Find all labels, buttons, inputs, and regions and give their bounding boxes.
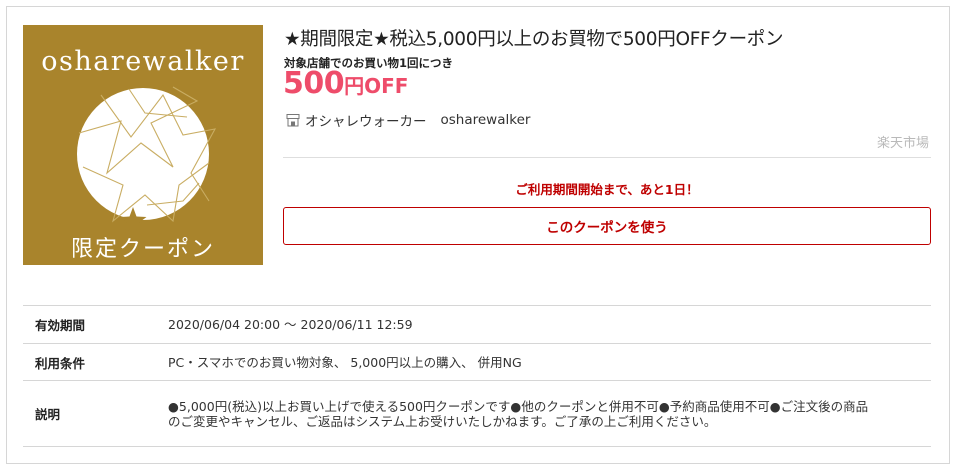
- coupon-card: osharewalker 限定クーポン ★期間限定★税込5,000円以上のお買物…: [6, 6, 950, 464]
- conditions-label: 利用条件: [35, 355, 86, 371]
- description-label: 説明: [35, 407, 61, 422]
- coupon-title: ★期間限定★税込5,000円以上のお買物で500円OFFクーポン: [284, 29, 784, 50]
- shop-id[interactable]: osharewalker: [441, 112, 531, 128]
- discount-number: 500: [283, 66, 345, 101]
- details-row-conditions: 利用条件 PC・スマホでのお買い物対象、 5,000円以上の購入、 併用NG: [23, 344, 931, 381]
- discount-amount: 500円OFF: [283, 69, 408, 99]
- market-label: 楽天市場: [876, 136, 929, 151]
- conditions-value: PC・スマホでのお買い物対象、 5,000円以上の購入、 併用NG: [168, 354, 522, 370]
- period-label: 有効期間: [35, 318, 86, 333]
- store-icon: [286, 113, 300, 127]
- logo-caption-text: 限定クーポン: [71, 237, 215, 262]
- use-coupon-button[interactable]: このクーポンを使う: [283, 207, 931, 245]
- divider: [283, 157, 931, 158]
- logo-artwork: osharewalker 限定クーポン: [23, 25, 263, 265]
- details-row-period: 有効期間 2020/06/04 20:00 ～ 2020/06/11 12:59: [23, 306, 931, 344]
- discount-unit: 円OFF: [344, 74, 409, 98]
- description-value: ●5,000円(税込)以上お買い上げで使える500円クーポンです●他のクーポンと…: [168, 398, 869, 429]
- details-row-description: 説明 ●5,000円(税込)以上お買い上げで使える500円クーポンです●他のクー…: [23, 381, 931, 447]
- shop-name[interactable]: オシャレウォーカー: [305, 110, 427, 130]
- shop-info: オシャレウォーカー osharewalker: [286, 110, 530, 130]
- period-start-notice: ご利用期間開始まで、あと1日！: [515, 182, 699, 197]
- shop-coupon-logo: osharewalker 限定クーポン: [23, 25, 263, 265]
- logo-brand-text: osharewalker: [41, 46, 245, 77]
- period-value: 2020/06/04 20:00 ～ 2020/06/11 12:59: [168, 317, 413, 332]
- coupon-details-table: 有効期間 2020/06/04 20:00 ～ 2020/06/11 12:59…: [23, 305, 931, 447]
